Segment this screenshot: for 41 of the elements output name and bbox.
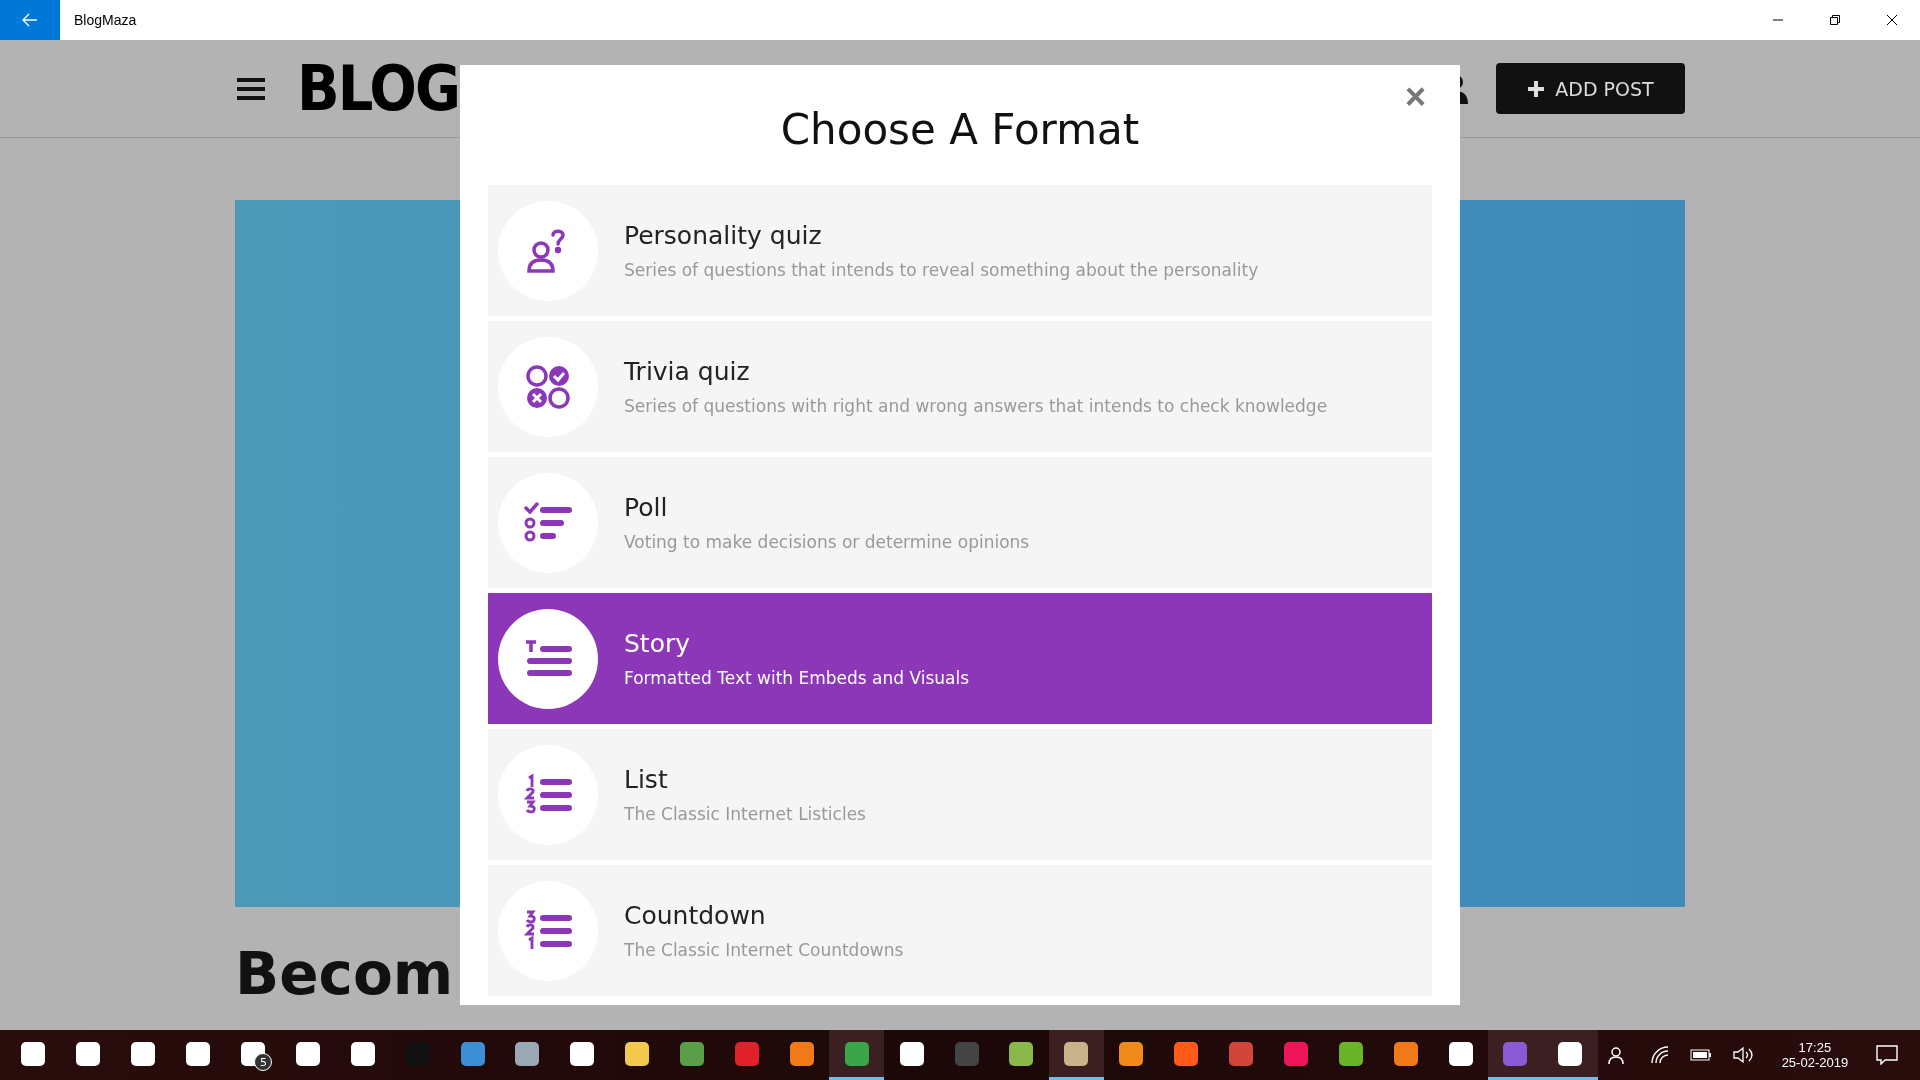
- plus-icon: [1527, 79, 1546, 98]
- close-button[interactable]: ×: [1404, 79, 1426, 115]
- format-title: Story: [624, 629, 692, 658]
- format-title: Poll: [624, 493, 669, 522]
- format-option[interactable]: Poll Voting to make decisions or determine opinions: [488, 457, 1432, 588]
- format-option[interactable]: Personality quiz Series of questions that intends to reveal something about the personality: [488, 185, 1432, 316]
- window-title: BlogMaza: [74, 12, 137, 28]
- format-description: Voting to make decisions or determine opinions: [624, 532, 1030, 552]
- back-arrow-icon: [22, 13, 38, 27]
- format-title: List: [624, 765, 669, 794]
- format-title: Countdown: [624, 901, 767, 930]
- taskbar-app[interactable]: 5: [225, 1030, 281, 1080]
- restore-icon: [1829, 15, 1840, 25]
- battery-icon[interactable]: [1689, 1049, 1712, 1061]
- taskbar-app[interactable]: [829, 1030, 885, 1080]
- notification-badge: 5: [254, 1053, 273, 1071]
- menu-icon[interactable]: [237, 77, 265, 100]
- dialog-title: Choose A Format: [779, 105, 1141, 156]
- clock-time: 17:25: [1798, 1040, 1832, 1055]
- notification-icon[interactable]: [1876, 1045, 1899, 1065]
- format-option[interactable]: Trivia quiz Series of questions with right and wrong answers that intends to check knowledge: [488, 321, 1432, 452]
- add-post-button[interactable]: ADD POST: [1496, 63, 1685, 114]
- format-description: Series of questions with right and wrong answers that intends to check knowledge: [624, 396, 1328, 416]
- format-option[interactable]: Countdown The Classic Internet Countdowns: [488, 865, 1432, 996]
- format-title: Personality quiz: [624, 221, 823, 250]
- format-option[interactable]: List The Classic Internet Listicles: [488, 729, 1432, 860]
- logo: BLOG: [297, 52, 459, 125]
- format-description: Series of questions that intends to reveal something about the personality: [624, 260, 1259, 280]
- format-title: Trivia quiz: [624, 357, 751, 386]
- taskbar-app[interactable]: [1542, 1030, 1598, 1080]
- format-description: Formatted Text with Embeds and Visuals: [624, 668, 970, 688]
- wifi-icon[interactable]: [1649, 1046, 1670, 1064]
- format-description: The Classic Internet Listicles: [624, 804, 866, 824]
- format-option[interactable]: Story Formatted Text with Embeds and Visuals: [488, 593, 1432, 724]
- taskbar-app[interactable]: [1048, 1030, 1104, 1080]
- clock-date: 25-02-2019: [1781, 1055, 1849, 1070]
- page-heading: Becom: [235, 945, 454, 1003]
- format-description: The Classic Internet Countdowns: [624, 940, 904, 960]
- taskbar-app[interactable]: [1488, 1030, 1543, 1080]
- volume-icon[interactable]: [1731, 1046, 1754, 1064]
- close-icon: [1886, 15, 1897, 25]
